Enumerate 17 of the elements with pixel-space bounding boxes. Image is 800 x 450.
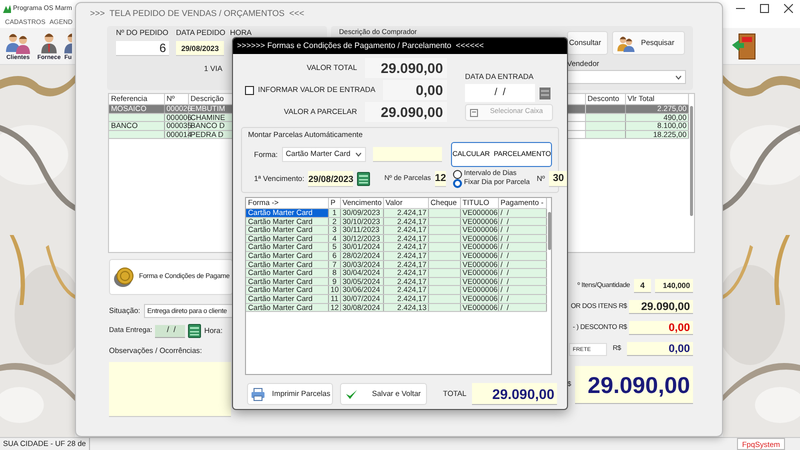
entry-value-field[interactable]: 0,00 <box>383 80 447 100</box>
installments-field[interactable]: 12 <box>434 171 446 187</box>
day-field[interactable]: 30 <box>548 171 567 187</box>
due-date-field[interactable]: 29/08/2023 <box>308 171 354 187</box>
order-number-field[interactable]: 6 <box>116 41 169 56</box>
delivery-date-field[interactable]: / / <box>155 324 186 338</box>
window-title: >>> TELA PEDIDO DE VENDAS / ORÇAMENTOS <<< <box>89 7 306 20</box>
entry-date-field[interactable]: / / <box>465 84 535 102</box>
dialog-title: >>>>>> Formas e Condições de Pagamento / Parcelamento <<<<<< <box>233 38 567 54</box>
item-count-field: 4 <box>634 279 651 293</box>
discount-field[interactable]: 0,00 <box>629 321 693 335</box>
split-value-field: 29.090,00 <box>365 102 447 122</box>
items-total-field: 29.090,00 <box>629 300 693 314</box>
freight-value-field[interactable]: 0,00 <box>627 342 693 356</box>
order-total-field: 29.090,00 <box>575 366 693 404</box>
total-value-field: 29.090,00 <box>365 58 447 78</box>
grand-total-field: 29.090,00 <box>472 383 558 405</box>
